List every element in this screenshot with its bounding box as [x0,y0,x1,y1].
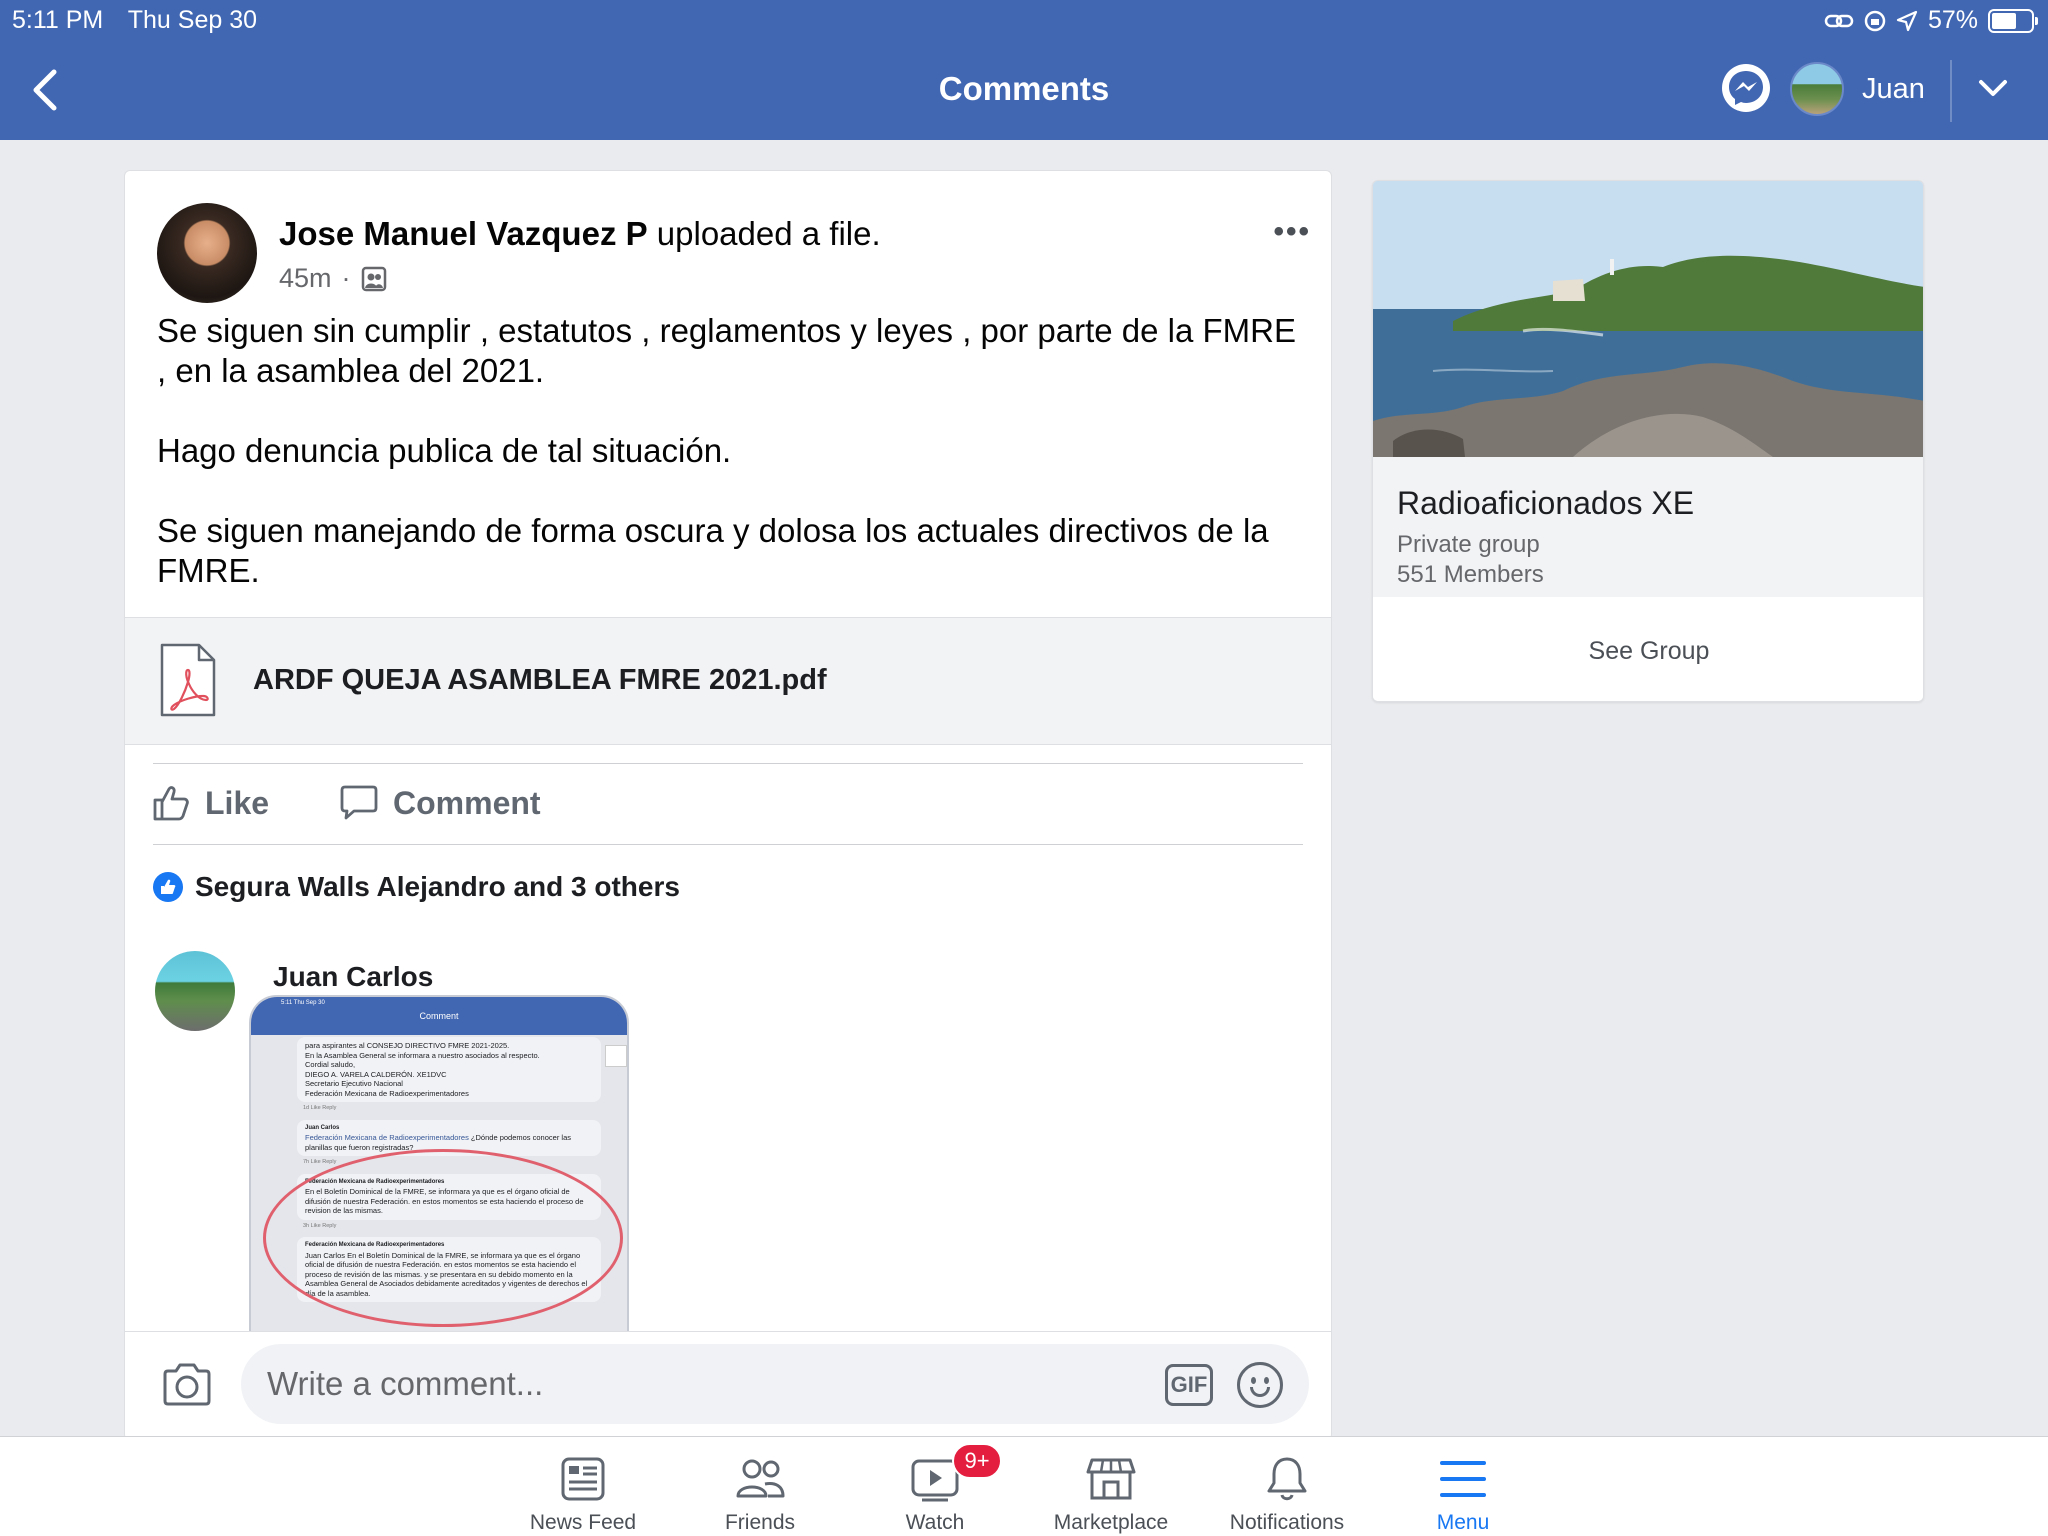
group-card: Radioaficionados XE Private group 551 Me… [1372,180,1924,702]
post-body: Se siguen sin cumplir , estatutos , regl… [157,311,1307,631]
image-line: DIEGO A. VARELA CALDERÓN. XE1DVC [305,1069,447,1079]
post-paragraph: Se siguen sin cumplir , estatutos , regl… [157,312,1297,389]
status-time: 5:11 PM [12,6,104,34]
bell-icon [1267,1457,1307,1501]
comment-image[interactable]: 5:11 Thu Sep 30 Comment para aspirantes … [249,995,629,1355]
commenter-avatar[interactable] [155,951,235,1031]
pdf-file-icon [160,643,216,717]
reactions-summary[interactable]: Segura Walls Alejandro and 3 others [153,871,680,903]
like-button[interactable]: Like [151,783,269,823]
image-comment-bubble: para aspirantes al CONSEJO DIRECTIVO FMR… [297,1037,601,1102]
user-name: Juan [1862,72,1925,105]
comment-label: Comment [393,784,541,821]
image-line: Cordial saludo, [305,1060,356,1069]
file-name[interactable]: ARDF QUEJA ASAMBLEA FMRE 2021.pdf [253,664,827,697]
commenter-name[interactable]: Juan Carlos [273,961,433,993]
author-avatar[interactable] [157,203,257,303]
like-label: Like [205,784,270,821]
chevron-down-icon[interactable] [1975,74,2011,104]
camera-icon[interactable] [161,1360,213,1408]
tab-label: Marketplace [1053,1511,1169,1534]
post-header: Jose Manuel Vazquez P uploaded a file. [279,215,881,253]
tab-label: News Feed [529,1511,637,1534]
thumbs-up-icon [153,786,189,821]
image-app-bar: 5:11 Thu Sep 30 Comment [251,997,627,1035]
coastline-image [1373,181,1923,457]
tab-news-feed[interactable]: News Feed [498,1453,668,1535]
battery-icon [1988,8,2038,33]
comment-composer: GIF [125,1331,1331,1439]
tab-label: Notifications [1229,1511,1345,1534]
status-bar-right: 57% [1824,6,2038,35]
post-meta: 45m · [279,263,387,294]
tab-label: Watch [905,1511,965,1534]
group-privacy-icon [361,266,386,291]
top-bar: 5:11 PM Thu Sep 30 57% Comments Juan [0,0,2048,140]
group-member-count: 551 Members [1397,561,1544,588]
emoji-icon[interactable] [1237,1362,1283,1408]
post-action: uploaded a file. [647,215,881,252]
friends-icon [736,1459,785,1498]
image-line: para aspirantes al CONSEJO DIRECTIVO FMR… [305,1041,510,1050]
image-line: En la Asamblea General se informara a nu… [305,1050,540,1060]
post-time[interactable]: 45m [279,263,332,294]
avatar [1790,62,1844,116]
author-name[interactable]: Jose Manuel Vazquez P [279,215,648,252]
group-info: Radioaficionados XE Private group 551 Me… [1373,457,1923,597]
comment-button[interactable]: Comment [339,783,541,823]
group-privacy: Private group [1397,531,1540,558]
tab-marketplace[interactable]: Marketplace [1026,1453,1196,1535]
post-paragraph: Se siguen manejando de forma oscura y do… [157,512,1269,589]
image-meta: 1d Like Reply [303,1105,337,1111]
divider [1950,60,1952,122]
status-bar-left: 5:11 PM Thu Sep 30 [12,6,275,35]
divider [153,844,1303,845]
tab-friends[interactable]: Friends [675,1453,845,1535]
image-author: Juan Carlos [305,1124,340,1131]
comment-input[interactable] [241,1344,1309,1424]
dot-separator: · [341,263,351,293]
group-name[interactable]: Radioaficionados XE [1397,485,1694,522]
tab-notifications[interactable]: Notifications [1202,1453,1372,1535]
comment-bubble-icon [340,785,378,820]
link-icon [1824,14,1854,27]
highlight-circle [263,1149,623,1327]
menu-icon [1440,1461,1486,1497]
orientation-lock-icon [1864,10,1886,31]
image-side-element [605,1045,627,1067]
file-attachment[interactable]: ARDF QUEJA ASAMBLEA FMRE 2021.pdf [125,617,1331,745]
tab-label: Friends [724,1511,796,1534]
more-options-button[interactable]: ••• [1273,215,1311,249]
tab-label: Menu [1436,1511,1490,1534]
messenger-button[interactable] [1722,64,1770,112]
battery-percent: 57% [1927,6,1978,34]
see-group-button[interactable]: See Group [1373,599,1923,701]
messenger-icon [1729,71,1763,105]
group-cover-photo[interactable] [1373,181,1923,457]
tab-menu[interactable]: Menu [1378,1453,1548,1535]
image-line: Federación Mexicana de Radioexperimentad… [305,1088,469,1098]
divider [153,763,1303,764]
image-line: Secretario Ejecutivo Nacional [305,1079,403,1088]
news-feed-icon [561,1457,605,1501]
image-link: Federación Mexicana de Radioexperimentad… [305,1133,469,1142]
gif-button[interactable]: GIF [1165,1364,1213,1406]
image-status: 5:11 Thu Sep 30 [281,1000,325,1006]
marketplace-icon [1086,1458,1136,1500]
post-paragraph: Hago denuncia publica de tal situación. [157,432,732,469]
location-icon [1896,10,1918,31]
profile-button[interactable]: Juan [1790,62,1925,116]
tab-watch[interactable]: 9+ Watch [850,1443,1020,1535]
bottom-tab-bar: News Feed Friends 9+ Watch Marketplace N… [0,1436,2048,1536]
image-title: Comment [419,1011,459,1021]
status-date: Thu Sep 30 [127,6,258,34]
post-card: Jose Manuel Vazquez P uploaded a file. 4… [124,170,1332,1440]
like-reaction-icon [153,872,183,902]
reactions-text: Segura Walls Alejandro and 3 others [195,871,680,902]
watch-badge: 9+ [952,1443,1002,1479]
